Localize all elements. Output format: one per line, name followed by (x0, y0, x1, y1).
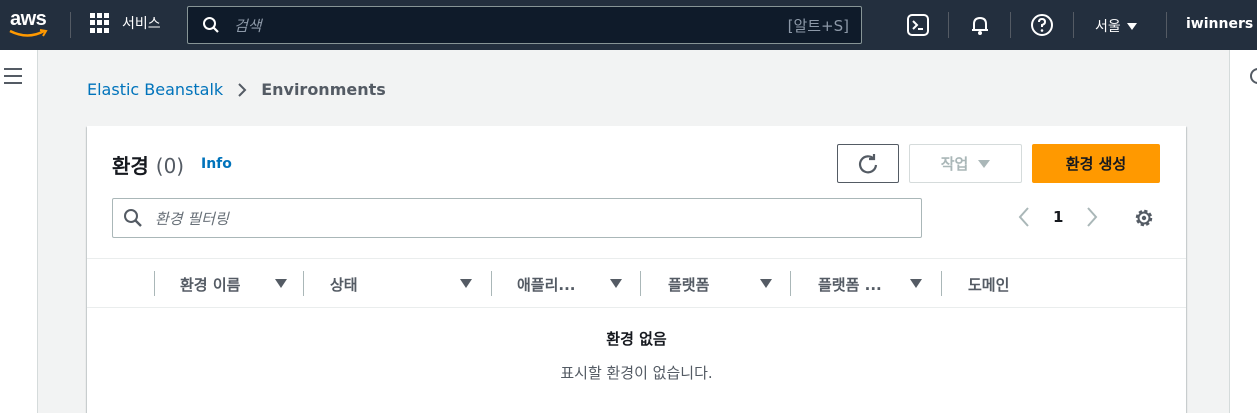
chevron-down-icon (1126, 23, 1137, 30)
filter-placeholder: 환경 필터링 (155, 209, 229, 228)
refresh-icon (858, 153, 878, 173)
nav-divider (1166, 12, 1167, 38)
environment-count: (0) (155, 154, 185, 178)
tools-rail (1229, 50, 1257, 413)
gear-icon[interactable] (1133, 207, 1155, 229)
bell-icon[interactable] (968, 13, 992, 37)
menu-icon[interactable] (4, 68, 22, 84)
search-icon (124, 209, 142, 227)
sort-icon[interactable] (910, 279, 922, 288)
nav-divider (70, 12, 71, 38)
search-placeholder: 검색 (234, 16, 262, 35)
column-divider (941, 271, 942, 296)
panel-title-text: 환경 (112, 154, 149, 178)
account-menu[interactable]: iwinners (1186, 16, 1257, 32)
breadcrumb: Elastic Beanstalk Environments (87, 80, 386, 99)
empty-state-description: 표시할 환경이 없습니다. (560, 364, 713, 382)
sort-icon[interactable] (760, 279, 772, 288)
breadcrumb-elastic-beanstalk[interactable]: Elastic Beanstalk (87, 80, 223, 99)
nav-divider (1010, 12, 1011, 38)
column-divider (491, 271, 492, 296)
table-header: 환경 이름 상태 애플리... 플랫폼 플랫폼 ... 도메인 (87, 258, 1186, 308)
chevron-left-icon[interactable] (1017, 206, 1031, 228)
actions-label: 작업 (940, 155, 969, 173)
column-header-label: 환경 이름 (180, 275, 241, 294)
column-header-application[interactable]: 애플리... (517, 259, 627, 309)
info-link[interactable]: Info (201, 156, 232, 172)
pagination: 1 (1017, 206, 1099, 228)
column-header-label: 플랫폼 (668, 275, 710, 294)
search-icon (203, 17, 219, 33)
environment-filter-input[interactable]: 환경 필터링 (112, 198, 922, 238)
caret-down-icon (978, 159, 991, 168)
create-environment-label: 환경 생성 (1065, 155, 1127, 173)
region-label: 서울 (1095, 19, 1121, 35)
page-title: 환경 (0) (112, 150, 184, 179)
page-number[interactable]: 1 (1053, 208, 1063, 226)
chevron-right-icon (238, 82, 247, 97)
aws-logo[interactable]: aws (8, 8, 52, 40)
environments-panel: 환경 (0) Info 작업 환경 생성 환경 필터링 1 환경 이름 상태 애… (87, 126, 1186, 413)
sort-icon[interactable] (460, 279, 472, 288)
cloudshell-icon[interactable] (906, 13, 930, 37)
services-menu-button[interactable]: 서비스 (90, 13, 161, 33)
column-header-environment-name[interactable]: 환경 이름 (180, 259, 295, 309)
nav-divider (1073, 12, 1074, 38)
refresh-button[interactable] (837, 144, 899, 183)
account-label: iwinners (1186, 16, 1254, 32)
column-header-label: 도메인 (968, 275, 1010, 294)
chevron-right-icon[interactable] (1085, 206, 1099, 228)
column-header-status[interactable]: 상태 (330, 259, 475, 309)
services-label: 서비스 (122, 16, 161, 32)
column-header-platform[interactable]: 플랫폼 (668, 259, 778, 309)
column-header-platform-status[interactable]: 플랫폼 ... (818, 259, 928, 309)
grid-icon (90, 13, 110, 33)
search-input[interactable]: 검색 [알트+S] (187, 6, 862, 44)
column-header-label: 상태 (330, 275, 358, 294)
sort-icon[interactable] (275, 279, 287, 288)
sort-icon[interactable] (610, 279, 622, 288)
column-divider (640, 271, 641, 296)
column-divider (303, 271, 304, 296)
column-header-label: 애플리... (517, 275, 576, 294)
search-shortcut-hint: [알트+S] (787, 16, 849, 35)
side-navigation-rail (0, 50, 38, 413)
column-header-label: 플랫폼 ... (818, 275, 882, 294)
column-divider (154, 271, 155, 296)
aws-smile-icon (9, 29, 48, 37)
column-header-domain[interactable]: 도메인 (968, 259, 1078, 309)
region-selector[interactable]: 서울 (1095, 16, 1137, 36)
top-navigation: aws 서비스 검색 [알트+S] 서울 iwinners (0, 0, 1257, 50)
column-divider (790, 271, 791, 296)
info-panel-icon[interactable] (1250, 68, 1257, 84)
breadcrumb-current: Environments (261, 80, 386, 99)
create-environment-button[interactable]: 환경 생성 (1032, 144, 1160, 183)
empty-state-title: 환경 없음 (606, 330, 667, 348)
actions-dropdown-button[interactable]: 작업 (909, 144, 1022, 183)
nav-divider (948, 12, 949, 38)
help-icon[interactable] (1030, 13, 1054, 37)
